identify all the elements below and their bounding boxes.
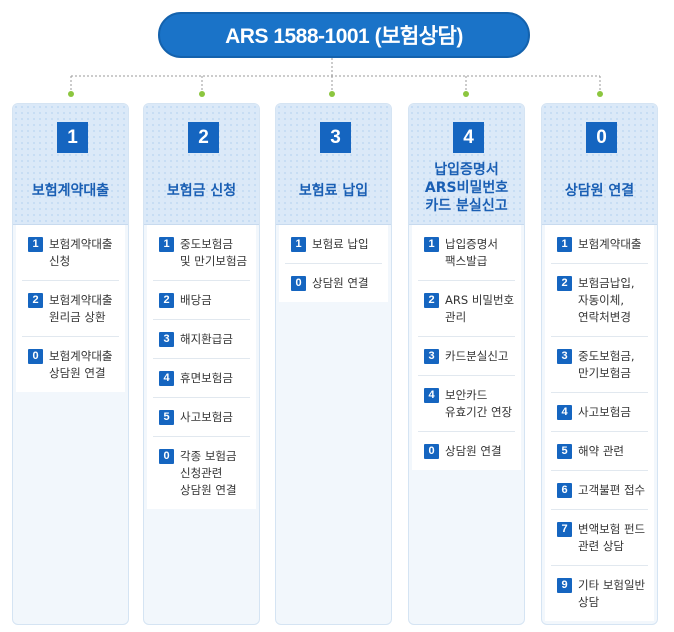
option-number-badge: 1 — [557, 237, 572, 252]
option-list: 1 보험료 납입 0 상담원 연결 — [279, 225, 388, 302]
option-list: 1 보험계약대출 2 보험금납입, 자동이체, 연락처변경 3 중도보험금, 만기보험… — [545, 225, 654, 621]
option-number-badge: 6 — [557, 483, 572, 498]
option-label: 고객불편 접수 — [578, 483, 646, 497]
option-number-badge: 2 — [424, 293, 439, 308]
option-number-badge: 3 — [424, 349, 439, 364]
option-item[interactable]: 4 사고보험금 — [551, 393, 648, 432]
option-number-badge: 4 — [557, 405, 572, 420]
option-number-badge: 5 — [557, 444, 572, 459]
column-title: 보험금 신청 — [166, 183, 237, 199]
option-item[interactable]: 2 배당금 — [153, 281, 250, 320]
option-label: 사고보험금 — [578, 405, 631, 419]
option-label: 납입증명서 팩스발급 — [445, 237, 498, 268]
option-number-badge: 9 — [557, 578, 572, 593]
menu-column-4: 4 납입증명서 ARS비밀번호 카드 분실신고 1 납입증명서 팩스발급 2 ARS… — [408, 103, 525, 625]
option-item[interactable]: 6 고객불편 접수 — [551, 471, 648, 510]
option-number-badge: 0 — [424, 444, 439, 459]
option-number-badge: 4 — [159, 371, 174, 386]
option-number-badge: 5 — [159, 410, 174, 425]
menu-column-2: 2 보험금 신청 1 중도보험금 및 만기보험금 2 배당금 3 해지환급금 4 휴면보… — [143, 103, 260, 625]
option-number-badge: 1 — [28, 237, 43, 252]
option-item[interactable]: 0 보험계약대출 상담원 연결 — [22, 337, 119, 392]
menu-column-1: 1 보험계약대출 1 보험계약대출 신청 2 보험계약대출 원리금 상환 0 보험계약… — [12, 103, 129, 625]
column-title: 보험계약대출 — [31, 183, 110, 199]
column-header: 1 보험계약대출 — [13, 104, 128, 225]
option-label: 카드분실신고 — [445, 349, 509, 363]
option-number-badge: 4 — [424, 388, 439, 403]
option-number-badge: 2 — [557, 276, 572, 291]
option-label: 해지환급금 — [180, 332, 233, 346]
column-title: 보험료 납입 — [298, 183, 369, 199]
option-item[interactable]: 7 변액보험 펀드 관련 상담 — [551, 510, 648, 566]
option-label: 중도보험금, 만기보험금 — [578, 349, 635, 380]
option-label: 보험계약대출 — [578, 237, 642, 251]
option-item[interactable]: 1 납입증명서 팩스발급 — [418, 225, 515, 281]
option-item[interactable]: 4 보안카드 유효기간 연장 — [418, 376, 515, 432]
option-number-badge: 3 — [159, 332, 174, 347]
option-number-badge: 7 — [557, 522, 572, 537]
menu-column-0: 0 상담원 연결 1 보험계약대출 2 보험금납입, 자동이체, 연락처변경 3 중도… — [541, 103, 658, 625]
column-header: 0 상담원 연결 — [542, 104, 657, 225]
column-header: 2 보험금 신청 — [144, 104, 259, 225]
option-number-badge: 2 — [159, 293, 174, 308]
option-list: 1 납입증명서 팩스발급 2 ARS 비밀번호 관리 3 카드분실신고 4 보안카드 유… — [412, 225, 521, 470]
option-item[interactable]: 3 중도보험금, 만기보험금 — [551, 337, 648, 393]
option-label: 보험계약대출 신청 — [49, 237, 113, 268]
option-label: 변액보험 펀드 관련 상담 — [578, 522, 646, 553]
option-item[interactable]: 5 사고보험금 — [153, 398, 250, 437]
option-item[interactable]: 1 중도보험금 및 만기보험금 — [153, 225, 250, 281]
option-label: 상담원 연결 — [312, 276, 369, 290]
column-number-badge: 3 — [320, 122, 351, 153]
option-item[interactable]: 2 보험계약대출 원리금 상환 — [22, 281, 119, 337]
option-item[interactable]: 9 기타 보험일반 상담 — [551, 566, 648, 621]
option-item[interactable]: 3 해지환급금 — [153, 320, 250, 359]
option-item[interactable]: 0 상담원 연결 — [285, 264, 382, 302]
option-number-badge: 0 — [291, 276, 306, 291]
column-number-badge: 1 — [57, 122, 88, 153]
option-item[interactable]: 2 보험금납입, 자동이체, 연락처변경 — [551, 264, 648, 337]
option-label: 해약 관련 — [578, 444, 624, 458]
option-label: 기타 보험일반 상담 — [578, 578, 646, 609]
option-item[interactable]: 0 상담원 연결 — [418, 432, 515, 470]
option-number-badge: 1 — [424, 237, 439, 252]
column-title: 상담원 연결 — [564, 183, 635, 199]
option-label: 배당금 — [180, 293, 212, 307]
option-item[interactable]: 0 각종 보험금 신청관련 상담원 연결 — [153, 437, 250, 509]
option-label: 각종 보험금 신청관련 상담원 연결 — [180, 449, 237, 497]
option-list: 1 중도보험금 및 만기보험금 2 배당금 3 해지환급금 4 휴면보험금 5 사고보험금… — [147, 225, 256, 509]
option-item[interactable]: 1 보험계약대출 — [551, 225, 648, 264]
column-number-badge: 2 — [188, 122, 219, 153]
option-item[interactable]: 5 해약 관련 — [551, 432, 648, 471]
column-number-badge: 0 — [586, 122, 617, 153]
option-label: 보험계약대출 상담원 연결 — [49, 349, 113, 380]
column-title: 납입증명서 ARS비밀번호 카드 분실신고 — [424, 162, 509, 214]
option-label: 휴면보험금 — [180, 371, 233, 385]
option-number-badge: 0 — [159, 449, 174, 464]
option-item[interactable]: 3 카드분실신고 — [418, 337, 515, 376]
option-item[interactable]: 4 휴면보험금 — [153, 359, 250, 398]
option-number-badge: 3 — [557, 349, 572, 364]
option-label: 보험계약대출 원리금 상환 — [49, 293, 113, 324]
option-label: 중도보험금 및 만기보험금 — [180, 237, 248, 268]
option-list: 1 보험계약대출 신청 2 보험계약대출 원리금 상환 0 보험계약대출 상담원 연결 — [16, 225, 125, 392]
option-item[interactable]: 1 보험료 납입 — [285, 225, 382, 264]
column-header: 4 납입증명서 ARS비밀번호 카드 분실신고 — [409, 104, 524, 225]
option-label: 사고보험금 — [180, 410, 233, 424]
option-number-badge: 0 — [28, 349, 43, 364]
connector-lines — [68, 58, 603, 97]
option-label: 상담원 연결 — [445, 444, 502, 458]
option-label: 보험금납입, 자동이체, 연락처변경 — [578, 276, 635, 324]
option-number-badge: 2 — [28, 293, 43, 308]
option-number-badge: 1 — [291, 237, 306, 252]
menu-column-3: 3 보험료 납입 1 보험료 납입 0 상담원 연결 — [275, 103, 392, 625]
option-number-badge: 1 — [159, 237, 174, 252]
option-item[interactable]: 1 보험계약대출 신청 — [22, 225, 119, 281]
option-label: 보안카드 유효기간 연장 — [445, 388, 513, 419]
option-label: ARS 비밀번호 관리 — [445, 293, 515, 324]
option-item[interactable]: 2 ARS 비밀번호 관리 — [418, 281, 515, 337]
column-number-badge: 4 — [453, 122, 484, 153]
option-label: 보험료 납입 — [312, 237, 369, 251]
column-header: 3 보험료 납입 — [276, 104, 391, 225]
